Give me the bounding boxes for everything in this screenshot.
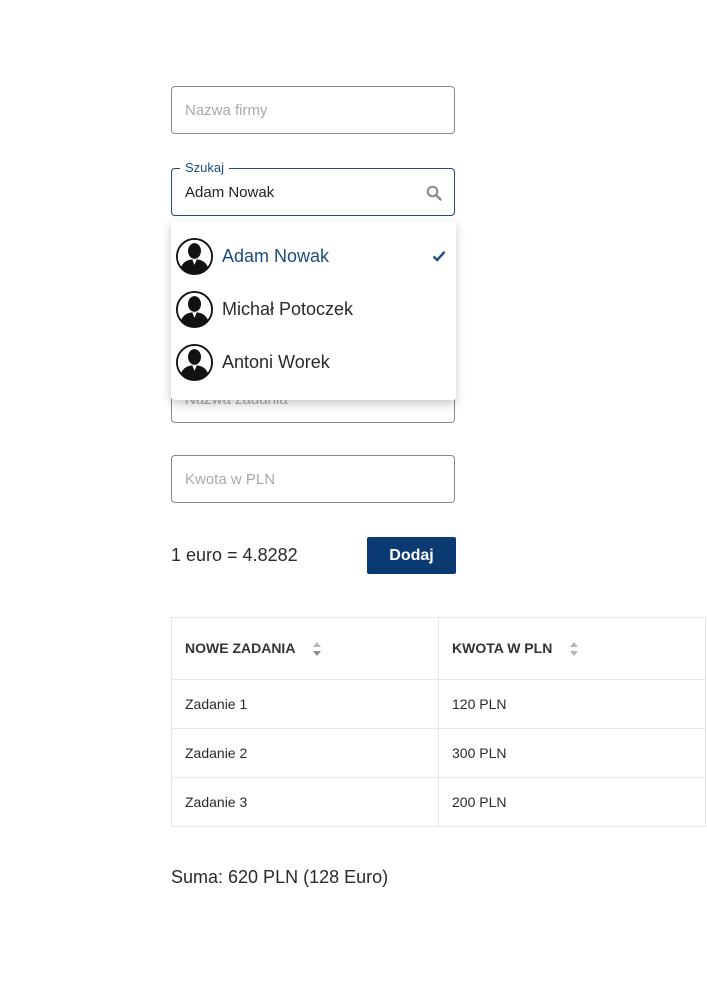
- search-icon[interactable]: [426, 185, 442, 201]
- dropdown-item-michal-potoczek[interactable]: Michał Potoczek: [171, 283, 456, 336]
- add-button[interactable]: Dodaj: [367, 537, 456, 574]
- search-value: Adam Nowak: [185, 184, 275, 201]
- sort-icon[interactable]: [312, 641, 322, 657]
- avatar-icon: [176, 344, 213, 381]
- task-name-cell: Zadanie 3: [172, 778, 439, 826]
- dropdown-item-antoni-worek[interactable]: Antoni Worek: [171, 336, 456, 389]
- column-header-amount[interactable]: KWOTA W PLN: [439, 618, 705, 679]
- dropdown-item-label: Adam Nowak: [222, 246, 330, 266]
- task-name-cell: Zadanie 1: [172, 680, 439, 728]
- dropdown-item-label: Michał Potoczek: [222, 299, 354, 319]
- search-input[interactable]: Szukaj Adam Nowak: [171, 160, 455, 216]
- avatar-icon: [176, 238, 213, 275]
- table-row: Zadanie 2 300 PLN: [172, 728, 705, 777]
- amount-placeholder: Kwota w PLN: [185, 471, 276, 488]
- table-row: Zadanie 1 120 PLN: [172, 679, 705, 728]
- amount-field[interactable]: Kwota w PLN: [171, 455, 455, 503]
- column-header-label: NOWE ZADANIA: [185, 640, 296, 656]
- task-amount-cell: 120 PLN: [452, 696, 507, 712]
- column-header-tasks[interactable]: NOWE ZADANIA: [172, 618, 439, 679]
- task-name-cell: Zadanie 2: [172, 729, 439, 777]
- tasks-table: NOWE ZADANIA KWOTA W PLN Zadanie 1 120 P…: [171, 617, 706, 827]
- search-results-dropdown: Adam Nowak Michał Potoczek Antoni Worek: [171, 221, 456, 400]
- company-name-placeholder: Nazwa firmy: [185, 102, 268, 119]
- exchange-rate: 1 euro = 4.8282: [171, 545, 298, 565]
- company-name-field[interactable]: Nazwa firmy: [171, 86, 455, 134]
- sum-text: Suma: 620 PLN (128 Euro): [171, 867, 389, 887]
- dropdown-item-adam-nowak[interactable]: Adam Nowak: [171, 230, 456, 283]
- sort-icon[interactable]: [569, 641, 579, 657]
- table-header-row: NOWE ZADANIA KWOTA W PLN: [172, 618, 705, 679]
- task-amount-cell: 200 PLN: [452, 794, 507, 810]
- dropdown-item-label: Antoni Worek: [222, 352, 330, 372]
- table-row: Zadanie 3 200 PLN: [172, 777, 705, 826]
- check-icon: [432, 251, 446, 262]
- column-header-label: KWOTA W PLN: [452, 640, 553, 656]
- task-amount-cell: 300 PLN: [452, 745, 507, 761]
- avatar-icon: [176, 291, 213, 328]
